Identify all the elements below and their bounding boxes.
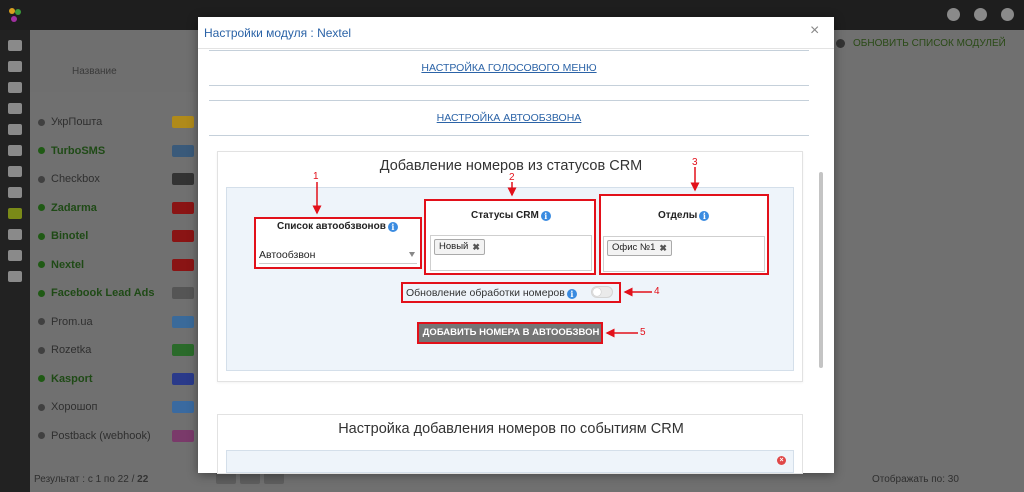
module-logo-icon <box>172 144 194 157</box>
module-name: Nextel <box>51 258 85 271</box>
module-name: TurboSMS <box>51 144 106 157</box>
module-logo-icon <box>172 230 194 243</box>
box-icon[interactable] <box>8 124 22 135</box>
status-dot-icon <box>38 432 45 440</box>
divider <box>209 100 809 101</box>
voice-menu-settings-link[interactable]: НАСТРОЙКА ГОЛОСОВОГО МЕНЮ <box>209 62 809 74</box>
modal-scrollbar-thumb[interactable] <box>819 172 823 368</box>
divider <box>209 85 809 86</box>
annotation-label-1: 1 <box>313 171 319 182</box>
module-logo-icon <box>172 116 194 129</box>
module-name: Хорошоп <box>51 401 98 414</box>
module-logo-icon <box>172 173 194 186</box>
module-logo-icon <box>172 201 194 214</box>
status-dot-icon <box>38 204 45 212</box>
divider <box>209 135 809 136</box>
left-sidebar <box>0 30 30 492</box>
module-logo-icon <box>172 315 194 328</box>
module-name: Rozetka <box>51 344 92 357</box>
module-logo <box>172 422 198 451</box>
annotation-label-3: 3 <box>692 157 698 168</box>
results-footer: Результат : с 1 по 22 / 22 <box>34 474 148 485</box>
help-icon[interactable] <box>8 229 22 240</box>
status-dot-icon <box>38 289 45 297</box>
chart-icon[interactable] <box>8 187 22 198</box>
module-name: Binotel <box>51 230 89 243</box>
module-name: УкрПошта <box>51 116 103 129</box>
delete-icon[interactable]: × <box>777 456 786 465</box>
module-logo-icon <box>172 258 194 271</box>
annotation-box-1 <box>254 217 422 269</box>
status-dot-icon <box>38 318 45 326</box>
module-logo <box>172 393 198 422</box>
module-logo <box>172 365 198 394</box>
per-page-select[interactable]: Отображать по: 30 <box>872 474 959 485</box>
diamond-icon[interactable] <box>8 250 22 261</box>
status-dot-icon <box>38 147 45 155</box>
status-dot-icon <box>38 232 45 240</box>
refresh-modules-area: ОБНОВИТЬ СПИСОК МОДУЛЕЙ <box>836 38 1006 49</box>
modal-header: Настройки модуля : Nextel × <box>198 17 834 49</box>
module-logo <box>172 251 198 280</box>
module-name: Postback (webhook) <box>51 429 151 442</box>
section-title: Настройка добавления номеров по событиям… <box>338 421 684 437</box>
module-logo <box>172 308 198 337</box>
status-dot-icon <box>38 375 45 383</box>
user-icon[interactable] <box>947 8 960 21</box>
annotation-label-4: 4 <box>654 286 660 297</box>
status-dot-icon <box>38 346 45 354</box>
annotation-box-4 <box>401 282 621 303</box>
annotation-box-3 <box>599 194 769 275</box>
settings-icon[interactable] <box>1001 8 1014 21</box>
module-logo <box>172 222 198 251</box>
results-total: 22 <box>137 474 149 485</box>
module-name: Prom.ua <box>51 315 93 328</box>
module-logo-icon <box>172 344 194 357</box>
message-icon[interactable] <box>8 145 22 156</box>
module-logo-icon <box>172 401 194 414</box>
module-logo <box>172 108 198 137</box>
module-name: Facebook Lead Ads <box>51 287 155 300</box>
autodial-settings-link[interactable]: НАСТРОЙКА АВТООБЗВОНА <box>209 112 809 124</box>
status-dot-icon <box>38 118 45 126</box>
bank-icon[interactable] <box>8 103 22 114</box>
crm-events-form <box>226 450 794 473</box>
status-dot-icon <box>38 403 45 411</box>
status-dot-icon <box>38 175 45 183</box>
annotation-label-5: 5 <box>640 327 646 338</box>
module-logo <box>172 336 198 365</box>
divider <box>209 50 809 51</box>
module-logo <box>172 137 198 166</box>
modal-title: Настройки модуля : Nextel <box>204 26 352 40</box>
module-name: Zadarma <box>51 201 97 214</box>
cart-icon[interactable] <box>8 61 22 72</box>
module-name: Checkbox <box>51 173 100 186</box>
status-dot-icon <box>836 39 845 48</box>
column-header-name: Название <box>72 66 117 77</box>
modules-icon[interactable] <box>8 208 22 219</box>
module-logos <box>172 108 198 450</box>
module-name: Kasport <box>51 372 93 385</box>
refresh-modules-button[interactable]: ОБНОВИТЬ СПИСОК МОДУЛЕЙ <box>853 38 1006 49</box>
tools-icon[interactable] <box>8 271 22 282</box>
module-logo-icon <box>172 372 194 385</box>
truck-icon[interactable] <box>8 166 22 177</box>
table-header <box>30 30 200 92</box>
annotation-label-2: 2 <box>509 172 515 183</box>
app-logo-icon <box>9 8 21 22</box>
status-dot-icon <box>38 261 45 269</box>
notifications-icon[interactable] <box>974 8 987 21</box>
annotation-box-2 <box>424 199 596 275</box>
results-text: Результат : с 1 по 22 / <box>34 474 135 485</box>
module-logo-icon <box>172 287 194 300</box>
close-icon[interactable]: × <box>810 22 819 40</box>
module-logo-icon <box>172 429 194 442</box>
annotation-box-5 <box>417 322 603 344</box>
module-logo <box>172 165 198 194</box>
desktop-icon[interactable] <box>8 40 22 51</box>
module-logo <box>172 279 198 308</box>
users-icon[interactable] <box>8 82 22 93</box>
module-logo <box>172 194 198 223</box>
